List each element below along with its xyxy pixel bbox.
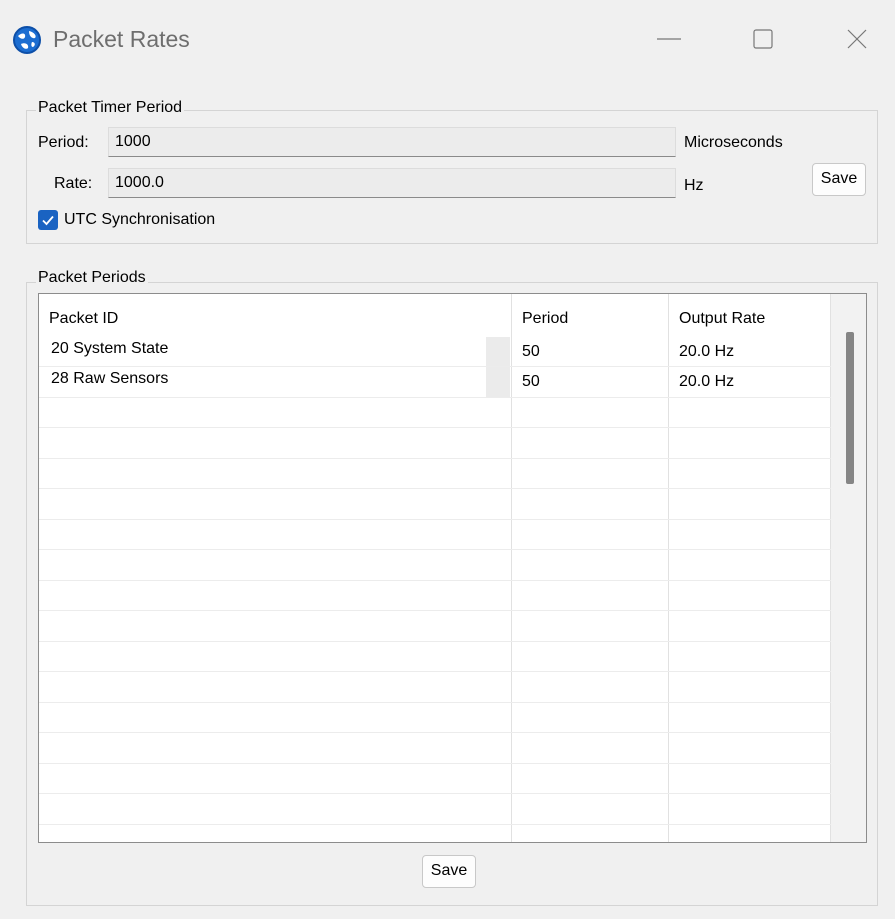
row-divider <box>39 793 831 794</box>
packet-id-cell: 20 System State <box>51 340 169 357</box>
timer-save-button[interactable]: Save <box>812 163 866 196</box>
title-bar: Packet Rates <box>0 0 895 82</box>
row-divider <box>39 519 831 520</box>
output-rate-cell: 20.0 Hz <box>679 373 735 390</box>
row-divider <box>39 702 831 703</box>
period-label: Period: <box>38 134 89 151</box>
row-divider <box>39 488 831 489</box>
row-divider <box>39 641 831 642</box>
minimize-icon[interactable] <box>654 24 684 54</box>
period-unit-label: Microseconds <box>684 134 783 151</box>
row-divider <box>39 397 831 398</box>
packet-periods-table: Packet ID Period Output Rate 20 System S… <box>38 293 867 843</box>
scrollbar-thumb[interactable] <box>846 332 854 484</box>
row-divider <box>39 732 831 733</box>
row-divider <box>39 824 831 825</box>
row-divider <box>39 549 831 550</box>
utc-sync-label[interactable]: UTC Synchronisation <box>64 210 215 230</box>
maximize-icon[interactable] <box>748 24 778 54</box>
packet-periods-title: Packet Periods <box>36 268 148 288</box>
rate-field[interactable]: 1000.0 <box>108 168 676 198</box>
packet-id-cell: 28 Raw Sensors <box>51 370 169 387</box>
period-cell[interactable]: 50 <box>522 342 540 362</box>
row-divider <box>39 366 831 367</box>
packet-timer-period-title: Packet Timer Period <box>36 98 185 118</box>
column-divider <box>668 294 669 842</box>
row-divider <box>39 427 831 428</box>
column-header-packet-id[interactable]: Packet ID <box>39 294 511 334</box>
period-field[interactable]: 1000 <box>108 127 676 157</box>
row-handle <box>486 367 510 397</box>
row-divider <box>39 763 831 764</box>
window-title: Packet Rates <box>53 26 190 52</box>
column-header-output-rate[interactable]: Output Rate <box>669 294 831 334</box>
rate-label: Rate: <box>54 175 93 192</box>
checkmark-icon <box>42 215 54 226</box>
row-divider <box>39 671 831 672</box>
app-globe-icon <box>13 26 41 54</box>
row-divider <box>39 458 831 459</box>
periods-save-button[interactable]: Save <box>422 855 476 888</box>
column-header-period[interactable]: Period <box>512 294 668 334</box>
output-rate-cell: 20.0 Hz <box>679 343 735 360</box>
column-divider <box>511 294 512 842</box>
utc-sync-checkbox[interactable] <box>38 210 58 230</box>
rate-unit-label: Hz <box>684 177 704 194</box>
row-handle <box>486 337 510 367</box>
close-icon[interactable] <box>842 24 872 54</box>
period-cell[interactable]: 50 <box>522 372 540 392</box>
row-divider <box>39 580 831 581</box>
row-divider <box>39 610 831 611</box>
